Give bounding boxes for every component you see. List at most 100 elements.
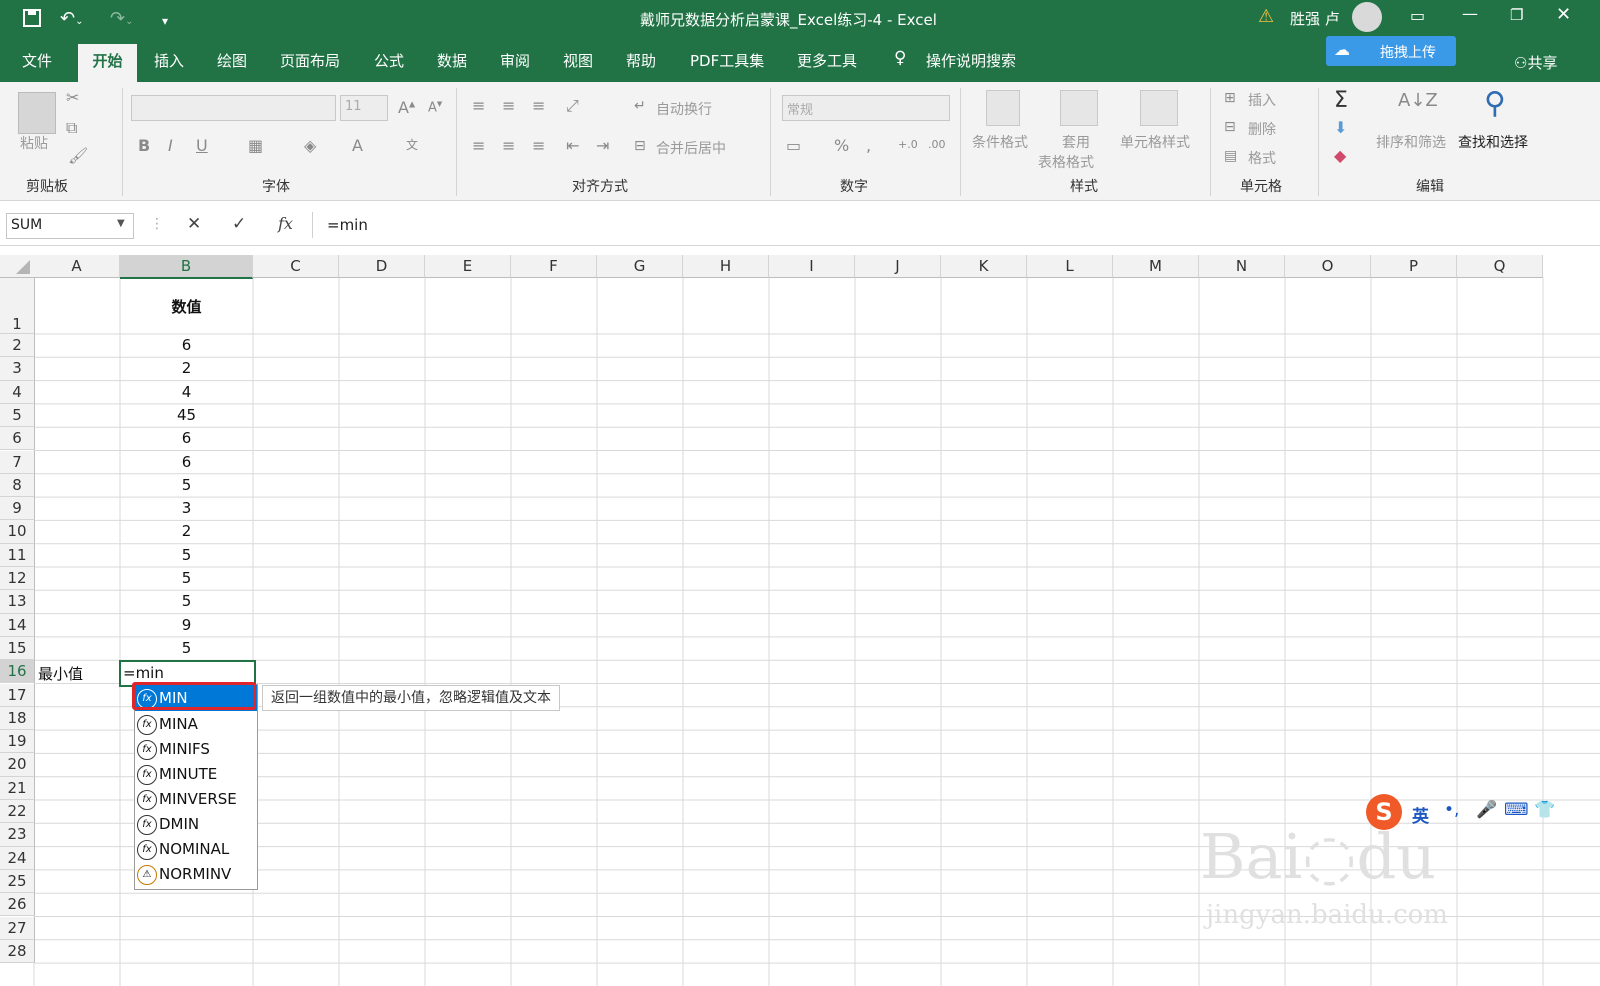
row-header-12[interactable]: 12 — [0, 567, 35, 591]
column-header-q[interactable]: Q — [1457, 255, 1543, 278]
merge-center-button[interactable]: 合并后居中 — [656, 138, 726, 158]
column-header-n[interactable]: N — [1199, 255, 1285, 278]
cell-b4[interactable]: 4 — [120, 383, 253, 401]
upload-button[interactable]: ☁ 拖拽上传 — [1326, 36, 1456, 66]
format-as-table-icon[interactable] — [1060, 90, 1098, 126]
row-header-2[interactable]: 2 — [0, 334, 35, 358]
autocomplete-item[interactable]: fx DMIN — [137, 812, 255, 836]
row-header-18[interactable]: 18 — [0, 706, 35, 731]
autocomplete-item[interactable]: fx MINVERSE — [137, 787, 255, 811]
row-header-24[interactable]: 24 — [0, 846, 35, 870]
row-header-6[interactable]: 6 — [0, 427, 35, 451]
fill-color-icon[interactable]: ◈ — [304, 136, 316, 155]
row-header-5[interactable]: 5 — [0, 403, 35, 428]
microphone-icon[interactable]: 🎤 — [1476, 800, 1497, 820]
row-header-7[interactable]: 7 — [0, 450, 35, 474]
row-header-15[interactable]: 15 — [0, 636, 35, 661]
decrease-indent-icon[interactable]: ⇤ — [566, 136, 579, 155]
align-left-icon[interactable]: ≡ — [472, 136, 485, 155]
cell-b11[interactable]: 5 — [120, 546, 253, 564]
clipboard-icon[interactable] — [18, 92, 56, 134]
row-header-13[interactable]: 13 — [0, 590, 35, 614]
align-top-icon[interactable]: ≡ — [472, 96, 485, 115]
row-header-11[interactable]: 11 — [0, 543, 35, 567]
row-header-28[interactable]: 28 — [0, 939, 35, 964]
row-header-19[interactable]: 19 — [0, 730, 35, 754]
formula-input[interactable]: =min — [312, 212, 1600, 238]
column-header-h[interactable]: H — [683, 255, 769, 278]
tab-more-tools[interactable]: 更多工具 — [797, 50, 857, 71]
autosum-icon[interactable]: Σ — [1334, 88, 1348, 113]
column-header-m[interactable]: M — [1113, 255, 1199, 278]
insert-cells-button[interactable]: 插入 — [1248, 90, 1276, 110]
insert-cells-icon[interactable]: ⊞ — [1224, 90, 1236, 106]
keyboard-icon[interactable]: ⌨ — [1504, 800, 1529, 820]
align-middle-icon[interactable]: ≡ — [502, 96, 515, 115]
column-header-c[interactable]: C — [253, 255, 339, 278]
sort-filter-icon[interactable]: A↓Z — [1398, 90, 1438, 111]
skin-icon[interactable]: 👕 — [1534, 800, 1555, 820]
cell-b8[interactable]: 5 — [120, 476, 253, 494]
tab-page-layout[interactable]: 页面布局 — [280, 50, 340, 71]
column-header-i[interactable]: I — [769, 255, 855, 278]
row-header-21[interactable]: 21 — [0, 776, 35, 800]
avatar[interactable] — [1352, 2, 1382, 32]
clear-icon[interactable]: ◆ — [1334, 146, 1346, 165]
insert-function-icon[interactable]: fx — [278, 214, 293, 233]
cell-b12[interactable]: 5 — [120, 569, 253, 587]
column-header-j[interactable]: J — [855, 255, 941, 278]
align-bottom-icon[interactable]: ≡ — [532, 96, 545, 115]
orientation-icon[interactable]: ⤢ — [566, 96, 579, 116]
phonetic-icon[interactable]: 文 — [406, 136, 418, 153]
comma-style-icon[interactable]: , — [866, 136, 871, 155]
find-select-button[interactable]: 查找和选择 — [1458, 132, 1528, 152]
tab-data[interactable]: 数据 — [437, 50, 467, 71]
row-header-14[interactable]: 14 — [0, 613, 35, 637]
ribbon-display-icon[interactable]: ▭ — [1410, 6, 1425, 25]
column-header-k[interactable]: K — [941, 255, 1027, 278]
cell-b9[interactable]: 3 — [120, 499, 253, 517]
row-header-26[interactable]: 26 — [0, 893, 35, 917]
shrink-font-icon[interactable]: A▼ — [428, 100, 442, 115]
restore-icon[interactable]: ❐ — [1510, 6, 1523, 24]
row-header-3[interactable]: 3 — [0, 357, 35, 381]
conditional-formatting-button[interactable]: 条件格式 — [972, 132, 1028, 152]
align-right-icon[interactable]: ≡ — [532, 136, 545, 155]
column-header-f[interactable]: F — [511, 255, 597, 278]
undo-icon[interactable]: ↶⌄ — [60, 8, 83, 29]
cell-styles-button[interactable]: 单元格样式 — [1120, 132, 1190, 152]
cell-b1[interactable]: 数值 — [120, 296, 253, 317]
cell-b15[interactable]: 5 — [120, 639, 253, 657]
cell-b6[interactable]: 6 — [120, 429, 253, 447]
wrap-text-button[interactable]: 自动换行 — [656, 99, 712, 119]
cell-b3[interactable]: 2 — [120, 359, 253, 377]
merge-center-icon[interactable]: ⊟ — [634, 138, 646, 154]
row-header-23[interactable]: 23 — [0, 823, 35, 847]
sort-filter-button[interactable]: 排序和筛选 — [1376, 132, 1446, 152]
cell-b7[interactable]: 6 — [120, 453, 253, 471]
row-header-17[interactable]: 17 — [0, 683, 35, 707]
save-icon[interactable] — [22, 8, 42, 33]
column-header-e[interactable]: E — [425, 255, 511, 278]
cell-styles-icon[interactable] — [1140, 90, 1178, 126]
autocomplete-item[interactable]: fx MINA — [137, 712, 255, 736]
row-header-16[interactable]: 16 — [0, 660, 35, 684]
increase-indent-icon[interactable]: ⇥ — [596, 136, 609, 155]
row-header-20[interactable]: 20 — [0, 753, 35, 777]
cell-b14[interactable]: 9 — [120, 616, 253, 634]
row-header-9[interactable]: 9 — [0, 497, 35, 521]
column-header-o[interactable]: O — [1285, 255, 1371, 278]
row-header-25[interactable]: 25 — [0, 869, 35, 894]
percent-style-icon[interactable]: % — [834, 136, 849, 155]
tab-view[interactable]: 视图 — [563, 50, 593, 71]
grow-font-icon[interactable]: A▲ — [398, 98, 415, 117]
user-name[interactable]: 胜强 卢 — [1290, 8, 1340, 29]
column-header-a[interactable]: A — [34, 255, 120, 278]
tab-draw[interactable]: 绘图 — [217, 50, 247, 71]
autocomplete-item[interactable]: ⚠ NORMINV — [137, 862, 255, 886]
tab-review[interactable]: 审阅 — [500, 50, 530, 71]
tab-home[interactable]: 开始 — [78, 44, 137, 82]
column-header-l[interactable]: L — [1027, 255, 1113, 278]
customize-quick-access-icon[interactable]: ▾ — [162, 14, 168, 28]
row-header-22[interactable]: 22 — [0, 800, 35, 824]
